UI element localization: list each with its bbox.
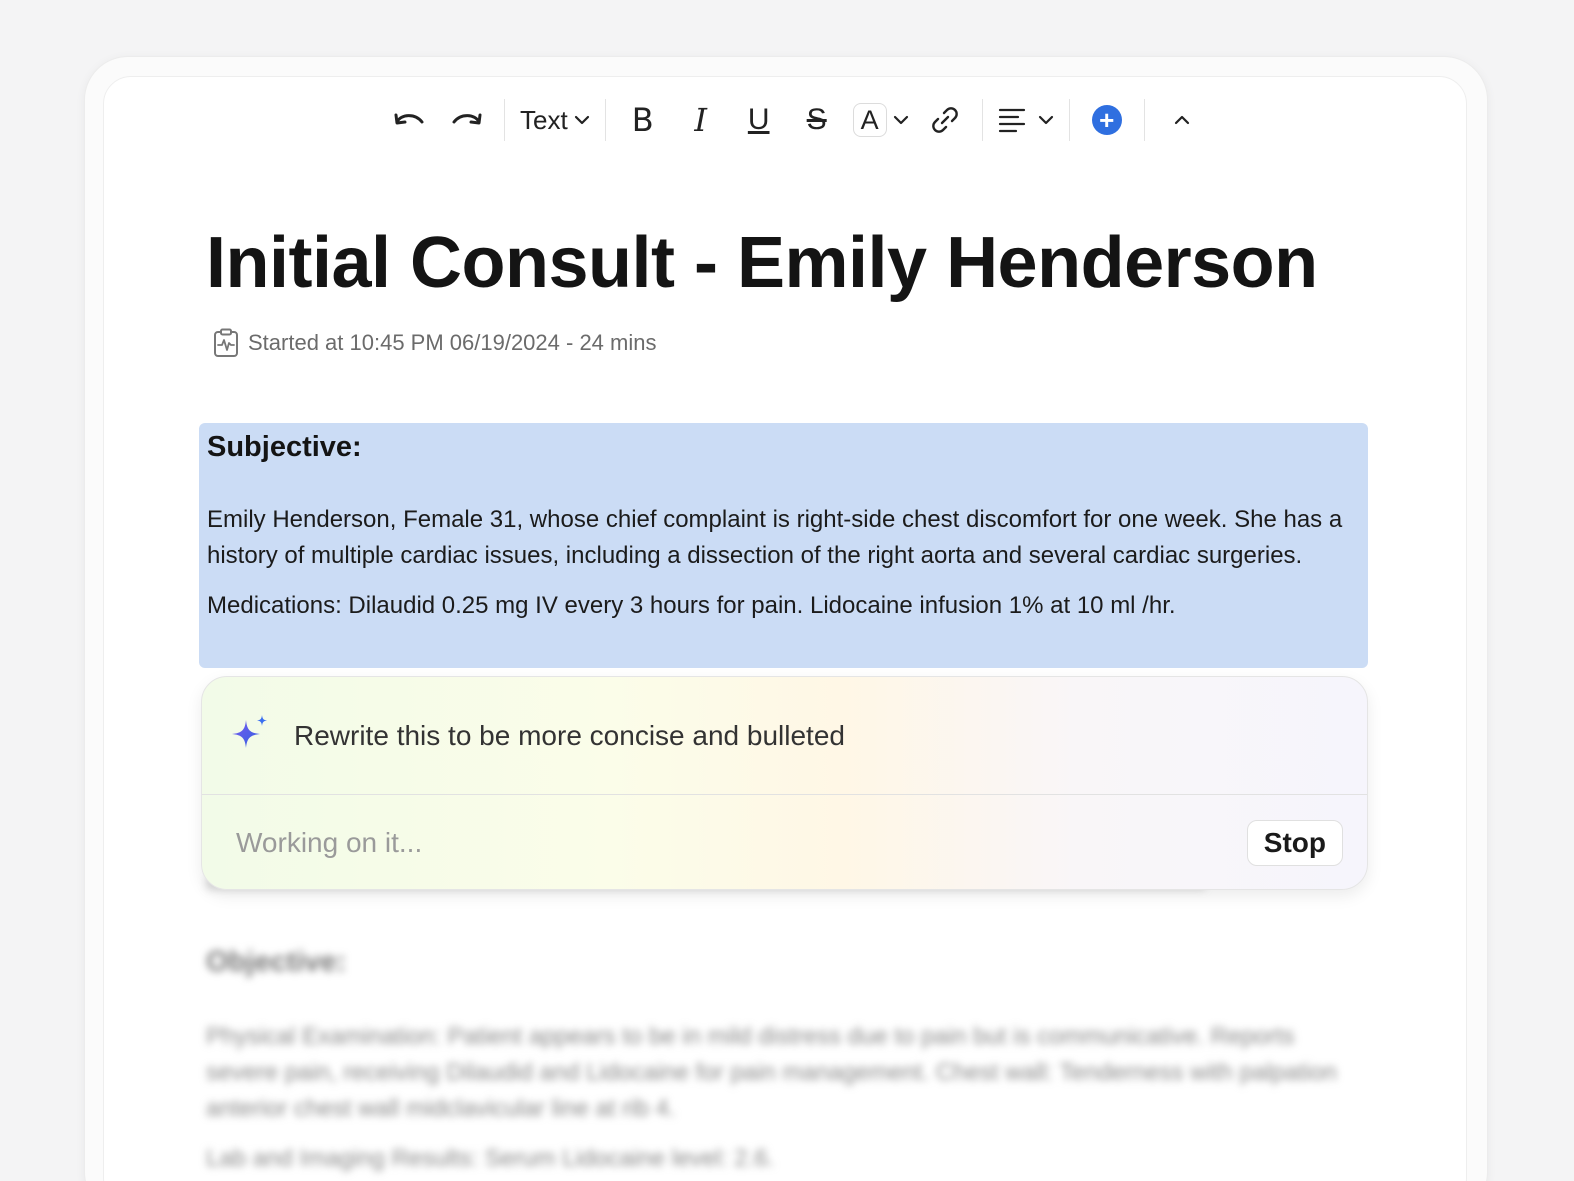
toolbar-divider <box>1143 99 1145 141</box>
link-icon <box>931 107 958 133</box>
strikethrough-icon: S <box>806 103 827 136</box>
sparkle-icon <box>232 714 267 748</box>
font-color-icon: A <box>852 103 887 137</box>
subjective-heading: Subjective: <box>207 431 362 463</box>
session-meta-text: Started at 10:45 PM 06/19/2024 - 24 mins <box>248 330 657 355</box>
subjective-paragraph: Emily Henderson, Female 31, whose chief … <box>207 506 1343 569</box>
strikethrough-button[interactable]: S <box>795 98 839 142</box>
italic-icon: I <box>694 101 707 139</box>
chevron-down-icon <box>893 115 908 125</box>
selected-text-block[interactable]: Subjective: Emily Henderson, Female 31, … <box>199 423 1368 668</box>
blurred-document-content: Objective: Physical Examination: Patient… <box>206 876 1346 1177</box>
underline-icon: U <box>747 103 770 136</box>
insert-button[interactable]: + <box>1085 98 1129 142</box>
ai-assistant-panel: Rewrite this to be more concise and bull… <box>201 676 1368 890</box>
ai-prompt-row: Rewrite this to be more concise and bull… <box>202 677 1367 795</box>
medications-paragraph: Medications: Dilaudid 0.25 mg IV every 3… <box>207 592 1176 619</box>
ai-prompt-text: Rewrite this to be more concise and bull… <box>294 719 845 751</box>
plus-circle-icon: + <box>1091 105 1122 135</box>
bold-button[interactable]: B <box>621 98 665 142</box>
undo-icon <box>394 113 424 125</box>
chevron-down-icon <box>574 115 589 125</box>
toolbar-divider <box>604 99 606 141</box>
toolbar-divider <box>981 99 983 141</box>
text-style-label: Text <box>520 104 568 135</box>
page-title[interactable]: Initial Consult - Emily Henderson <box>206 222 1318 304</box>
font-color-dropdown[interactable]: A <box>852 98 909 142</box>
italic-button[interactable]: I <box>679 98 723 142</box>
ai-status-text: Working on it... <box>236 827 423 858</box>
ai-status-row: Working on it... Stop <box>202 795 1367 889</box>
text-style-dropdown[interactable]: Text <box>520 98 590 142</box>
bold-icon: B <box>631 101 654 139</box>
chevron-up-icon <box>1174 115 1189 125</box>
chevron-down-icon <box>1038 115 1053 125</box>
undo-button[interactable] <box>387 98 431 142</box>
objective-heading: Objective: <box>206 946 347 978</box>
clipboard-pulse-icon <box>214 328 238 357</box>
session-meta: Started at 10:45 PM 06/19/2024 - 24 mins <box>212 328 656 358</box>
align-left-icon <box>998 108 1025 133</box>
redo-button[interactable] <box>445 98 489 142</box>
underline-button[interactable]: U <box>737 98 781 142</box>
lab-results-paragraph: Lab and Imaging Results: Serum Lidocaine… <box>206 1145 775 1172</box>
link-button[interactable] <box>923 98 967 142</box>
stop-button[interactable]: Stop <box>1246 820 1343 866</box>
toolbar-divider <box>504 99 505 141</box>
objective-paragraph: Physical Examination: Patient appears to… <box>206 1023 1337 1122</box>
collapse-toolbar-button[interactable] <box>1160 98 1204 142</box>
redo-icon <box>452 113 482 125</box>
toolbar-divider <box>1068 99 1070 141</box>
align-dropdown[interactable] <box>998 98 1054 142</box>
formatting-toolbar: Text B I U S A + <box>380 96 1211 144</box>
